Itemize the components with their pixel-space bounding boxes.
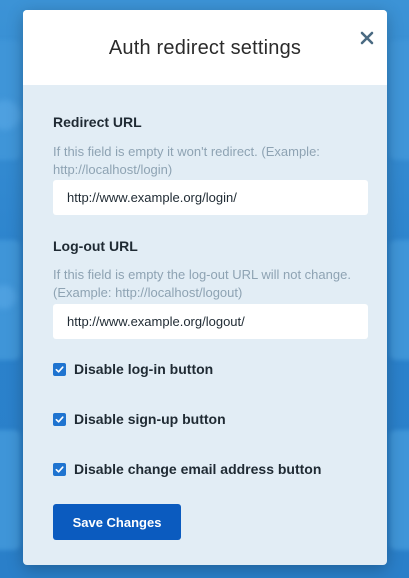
checkmark-icon (55, 415, 64, 423)
save-changes-button[interactable]: Save Changes (53, 504, 181, 540)
logout-url-label: Log-out URL (53, 238, 138, 254)
disable-signup-checkbox[interactable] (53, 412, 66, 426)
background-card (390, 240, 409, 360)
background-card (0, 430, 20, 550)
disable-login-checkbox[interactable] (53, 362, 66, 376)
background-card (390, 40, 409, 160)
modal-title: Auth redirect settings (108, 37, 302, 59)
modal-header: Auth redirect settings (23, 10, 387, 85)
disable-change-email-option[interactable]: Disable change email address button (53, 461, 321, 477)
disable-change-email-label: Disable change email address button (74, 461, 322, 477)
auth-redirect-settings-modal: Auth redirect settings Redirect URL If t… (23, 10, 387, 565)
disable-change-email-checkbox[interactable] (53, 462, 66, 476)
disable-login-label: Disable log-in button (74, 361, 214, 377)
redirect-url-input[interactable] (53, 180, 368, 215)
disable-login-option[interactable]: Disable log-in button (53, 361, 213, 377)
redirect-url-help: If this field is empty it won't redirect… (53, 144, 320, 177)
redirect-url-label: Redirect URL (53, 114, 142, 130)
disable-signup-label: Disable sign-up button (74, 411, 226, 427)
logout-url-input[interactable] (53, 304, 368, 339)
close-icon[interactable] (359, 30, 375, 46)
logout-url-help: If this field is empty the log-out URL w… (53, 267, 351, 300)
disable-signup-option[interactable]: Disable sign-up button (53, 411, 226, 427)
background-card (390, 430, 409, 550)
checkmark-icon (55, 465, 64, 473)
checkmark-icon (55, 365, 64, 373)
